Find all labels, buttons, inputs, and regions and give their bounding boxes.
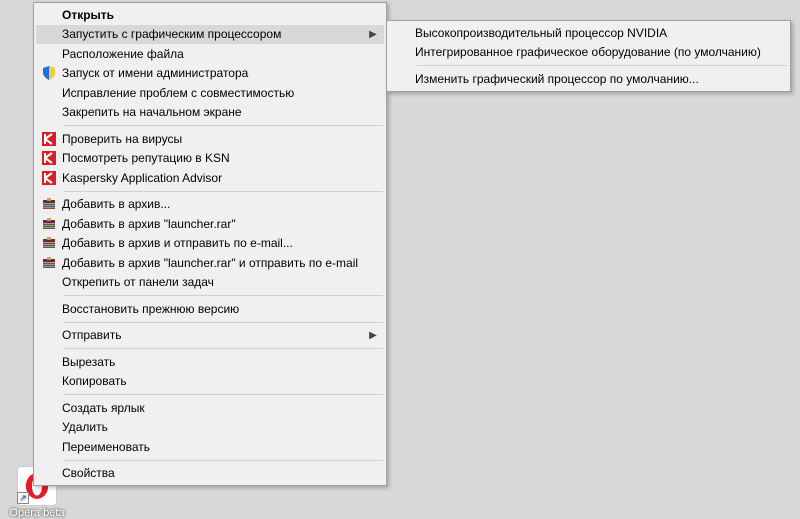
menu-item-label: Переименовать [62, 440, 380, 454]
main_menu-item[interactable]: Исправление проблем с совместимостью [36, 83, 384, 103]
main_menu-item[interactable]: Вырезать [36, 352, 384, 372]
kaspersky-icon [36, 168, 62, 187]
main_menu-item[interactable]: Открыть [36, 5, 384, 25]
menu-item-label: Добавить в архив и отправить по e-mail..… [62, 236, 380, 250]
menu-item-label: Исправление проблем с совместимостью [62, 86, 380, 100]
menu-item-label: Удалить [62, 420, 380, 434]
main_menu-item[interactable]: Открепить от панели задач [36, 273, 384, 293]
menu-separator [64, 348, 383, 349]
menu-item-label: Изменить графический процессор по умолча… [415, 72, 784, 86]
menu-item-label: Расположение файла [62, 47, 380, 61]
blank-icon [36, 44, 62, 63]
menu-item-label: Высокопроизводительный процессор NVIDIA [415, 26, 784, 40]
blank-icon [36, 464, 62, 483]
kaspersky-icon [36, 129, 62, 148]
winrar-icon [36, 234, 62, 253]
winrar-icon [36, 195, 62, 214]
blank-icon [36, 326, 62, 345]
blank-icon [36, 5, 62, 24]
menu-item-label: Добавить в архив "launcher.rar" и отправ… [62, 256, 380, 270]
chevron-right-icon: ▶ [366, 29, 380, 40]
menu-item-label: Создать ярлык [62, 401, 380, 415]
menu-item-label: Восстановить прежнюю версию [62, 302, 380, 316]
menu-item-label: Посмотреть репутацию в KSN [62, 151, 380, 165]
menu-item-label: Открыть [62, 8, 380, 22]
menu-item-label: Закрепить на начальном экране [62, 105, 380, 119]
main_menu-item[interactable]: Создать ярлык [36, 398, 384, 418]
blank-icon [36, 418, 62, 437]
kaspersky-icon [36, 149, 62, 168]
main_menu-item[interactable]: Запуск от имени администратора [36, 64, 384, 84]
blank-icon [36, 437, 62, 456]
main_menu-item[interactable]: Добавить в архив... [36, 195, 384, 215]
menu-item-label: Свойства [62, 466, 380, 480]
blank-icon [36, 25, 62, 44]
blank-icon [389, 23, 415, 42]
blank-icon [36, 372, 62, 391]
winrar-icon [36, 214, 62, 233]
main_menu-item[interactable]: Проверить на вирусы [36, 129, 384, 149]
menu-item-label: Kaspersky Application Advisor [62, 171, 380, 185]
main_menu-item[interactable]: Добавить в архив "launcher.rar" [36, 214, 384, 234]
menu-separator [64, 295, 383, 296]
blank-icon [36, 83, 62, 102]
blank-icon [36, 273, 62, 292]
gpu-submenu: Высокопроизводительный процессор NVIDIA И… [386, 20, 791, 92]
main_menu-item[interactable]: Запустить с графическим процессором▶ [36, 25, 384, 45]
blank-icon [389, 43, 415, 62]
sub_menu-item[interactable]: Изменить графический процессор по умолча… [389, 69, 788, 89]
menu-separator [64, 125, 383, 126]
winrar-icon [36, 253, 62, 272]
main_menu-item[interactable]: Закрепить на начальном экране [36, 103, 384, 123]
main_menu-item[interactable]: Посмотреть репутацию в KSN [36, 149, 384, 169]
menu-item-label: Добавить в архив "launcher.rar" [62, 217, 380, 231]
menu-item-label: Проверить на вирусы [62, 132, 380, 146]
context-menu: Открыть Запустить с графическим процессор… [33, 2, 387, 486]
menu-item-label: Копировать [62, 374, 380, 388]
blank-icon [36, 299, 62, 318]
main_menu-item[interactable]: Удалить [36, 418, 384, 438]
menu-item-label: Добавить в архив... [62, 197, 380, 211]
menu-separator [64, 191, 383, 192]
chevron-right-icon: ▶ [366, 330, 380, 341]
blank-icon [389, 69, 415, 88]
main_menu-item[interactable]: Расположение файла [36, 44, 384, 64]
main_menu-item[interactable]: Отправить▶ [36, 326, 384, 346]
menu-separator [417, 65, 787, 66]
desktop-icon-label: Opera beta [8, 507, 66, 519]
main_menu-item[interactable]: Восстановить прежнюю версию [36, 299, 384, 319]
menu-separator [64, 394, 383, 395]
menu-item-label: Запуск от имени администратора [62, 66, 380, 80]
blank-icon [36, 398, 62, 417]
blank-icon [36, 103, 62, 122]
menu-item-label: Вырезать [62, 355, 380, 369]
main_menu-item[interactable]: Свойства [36, 464, 384, 484]
blank-icon [36, 352, 62, 371]
menu-item-label: Интегрированное графическое оборудование… [415, 45, 784, 59]
menu-separator [64, 322, 383, 323]
menu-item-label: Запустить с графическим процессором [62, 27, 366, 41]
main_menu-item[interactable]: Kaspersky Application Advisor [36, 168, 384, 188]
main_menu-item[interactable]: Переименовать [36, 437, 384, 457]
menu-separator [64, 460, 383, 461]
shortcut-overlay-icon: ↗ [17, 492, 29, 504]
sub_menu-item[interactable]: Интегрированное графическое оборудование… [389, 43, 788, 63]
main_menu-item[interactable]: Добавить в архив "launcher.rar" и отправ… [36, 253, 384, 273]
menu-item-label: Отправить [62, 328, 366, 342]
sub_menu-item[interactable]: Высокопроизводительный процессор NVIDIA [389, 23, 788, 43]
main_menu-item[interactable]: Добавить в архив и отправить по e-mail..… [36, 234, 384, 254]
main_menu-item[interactable]: Копировать [36, 372, 384, 392]
menu-item-label: Открепить от панели задач [62, 275, 380, 289]
shield-icon [36, 64, 62, 83]
